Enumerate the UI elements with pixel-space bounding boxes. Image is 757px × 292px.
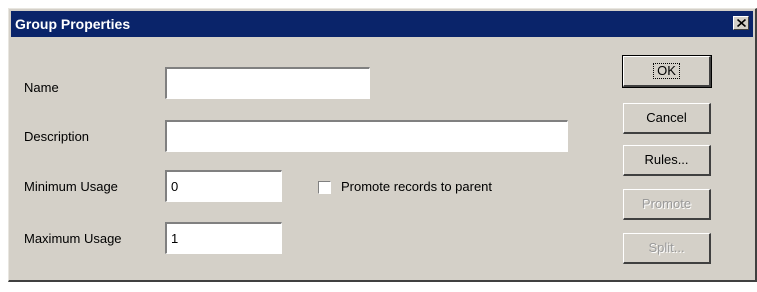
ok-button[interactable]: OK bbox=[622, 55, 712, 88]
cancel-button[interactable]: Cancel bbox=[623, 103, 711, 134]
promote-button-label: Promote bbox=[641, 196, 692, 211]
minimum-usage-label: Minimum Usage bbox=[24, 179, 118, 194]
dialog-titlebar: Group Properties bbox=[11, 11, 753, 37]
name-field[interactable] bbox=[165, 67, 370, 99]
dialog-title: Group Properties bbox=[15, 16, 131, 32]
promote-records-checkbox[interactable] bbox=[318, 181, 331, 194]
promote-records-label: Promote records to parent bbox=[341, 179, 493, 194]
maximum-usage-label: Maximum Usage bbox=[24, 231, 122, 246]
split-button: Split... bbox=[623, 233, 711, 264]
description-label: Description bbox=[24, 129, 90, 144]
rules-button-label: Rules... bbox=[644, 152, 689, 167]
rules-button[interactable]: Rules... bbox=[623, 145, 711, 176]
name-label: Name bbox=[24, 80, 59, 95]
cancel-button-label: Cancel bbox=[646, 110, 687, 125]
close-icon bbox=[737, 19, 746, 27]
description-field[interactable] bbox=[165, 120, 568, 152]
minimum-usage-field[interactable] bbox=[165, 170, 282, 202]
close-button[interactable] bbox=[733, 16, 749, 30]
promote-button: Promote bbox=[623, 189, 711, 220]
maximum-usage-field[interactable] bbox=[165, 222, 282, 254]
ok-button-label: OK bbox=[653, 63, 680, 79]
split-button-label: Split... bbox=[648, 240, 685, 255]
